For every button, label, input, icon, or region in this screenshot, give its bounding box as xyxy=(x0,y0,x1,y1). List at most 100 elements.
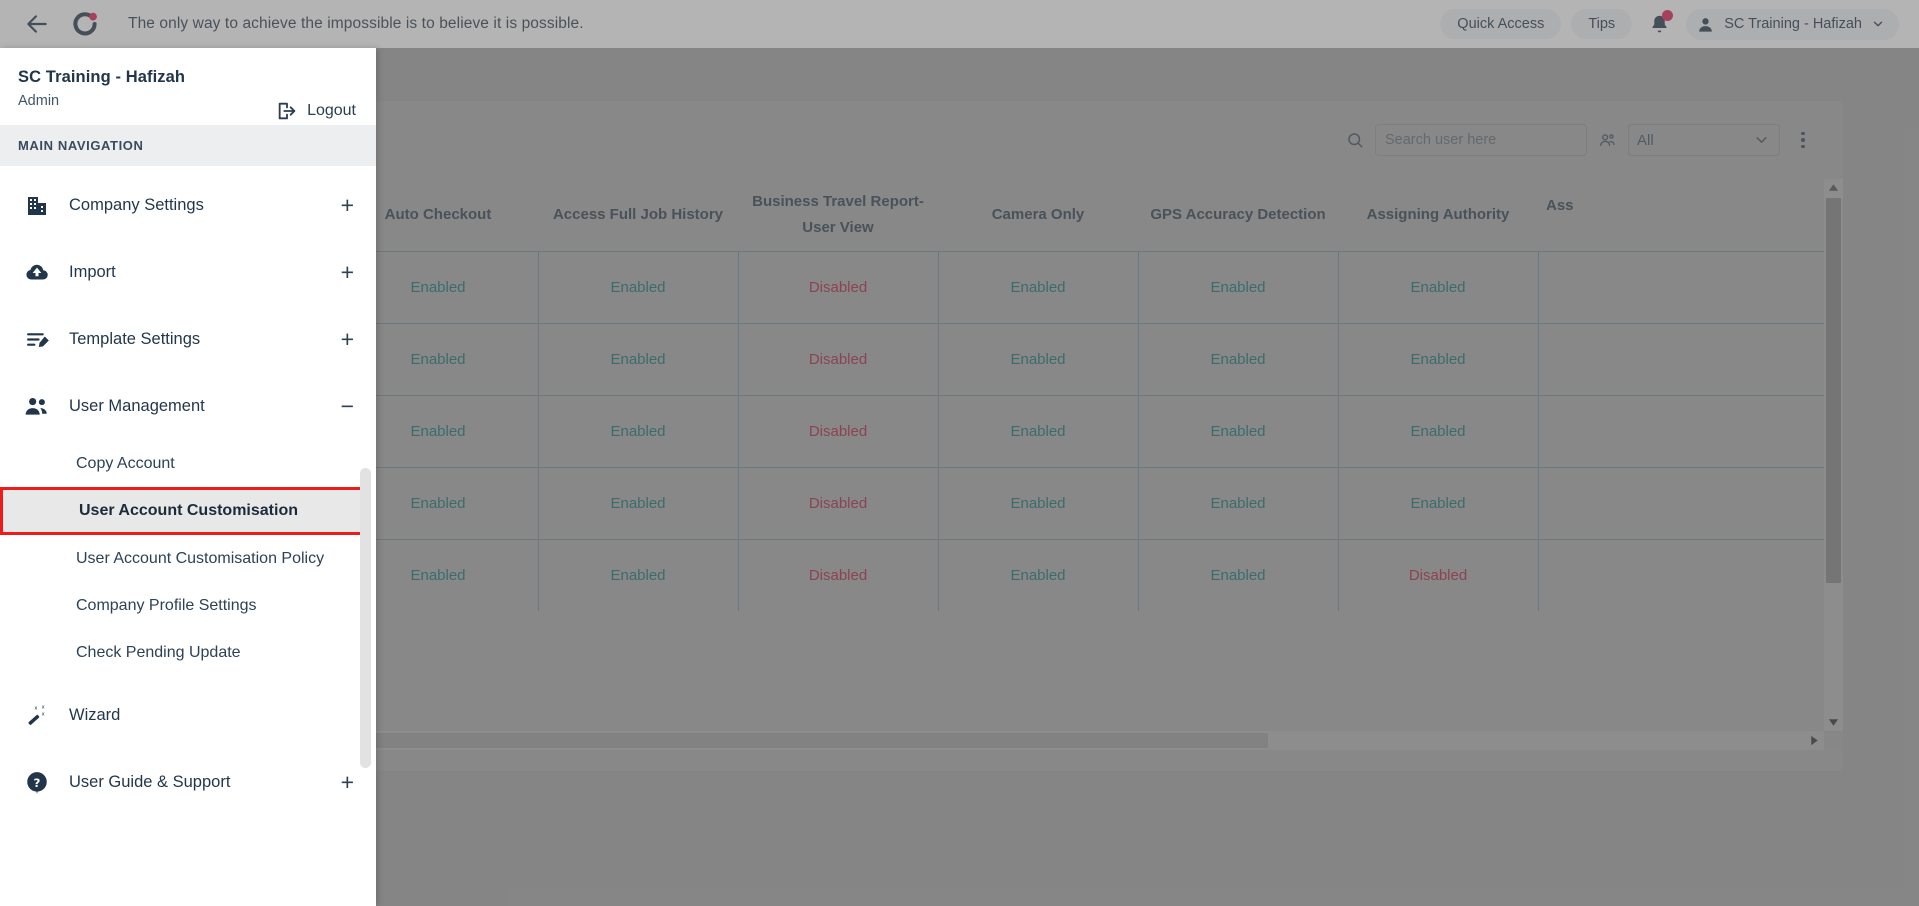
table-cell[interactable]: Disabled xyxy=(738,250,939,323)
magic-wand-icon: xxx xyxy=(22,703,52,728)
navigation-drawer: SC Training - Hafizah Admin Logout MAIN … xyxy=(0,48,376,906)
logout-icon xyxy=(278,102,296,120)
people-filter-icon[interactable] xyxy=(1598,131,1617,150)
panel-toolbar: am All xyxy=(138,101,1843,179)
table-cell[interactable]: Enabled xyxy=(1338,250,1539,323)
table-cell[interactable]: Enabled xyxy=(938,322,1139,395)
table-row[interactable]: Enabled Enabled Disabled Enabled Enabled… xyxy=(138,322,1843,395)
list-edit-icon xyxy=(22,327,52,352)
toolbar-right-controls: All xyxy=(1346,124,1815,156)
table-row[interactable]: Enabled Enabled Disabled Enabled Enabled… xyxy=(138,538,1843,611)
header-tagline: The only way to achieve the impossible i… xyxy=(128,15,584,32)
permissions-table-scroll[interactable]: Auto Checkout Access Full Job History Bu… xyxy=(138,179,1843,731)
table-cell[interactable]: Disabled xyxy=(738,394,939,467)
building-icon xyxy=(22,194,52,218)
table-cell[interactable]: Enabled xyxy=(1338,322,1539,395)
table-cell[interactable]: Enabled xyxy=(938,466,1139,539)
table-column-header[interactable]: Camera Only xyxy=(938,179,1138,251)
table-cell[interactable]: Enabled xyxy=(538,394,739,467)
table-vertical-scrollbar[interactable] xyxy=(1824,179,1843,731)
table-cell[interactable] xyxy=(1538,394,1843,467)
table-column-header[interactable]: GPS Accuracy Detection xyxy=(1138,179,1338,251)
expand-toggle-icon[interactable]: + xyxy=(341,261,354,284)
table-cell[interactable]: Disabled xyxy=(738,466,939,539)
logout-button[interactable]: Logout xyxy=(276,100,356,122)
table-cell[interactable]: Enabled xyxy=(1138,538,1339,611)
triangle-right-icon[interactable] xyxy=(1806,731,1822,750)
table-horizontal-scrollbar[interactable] xyxy=(138,731,1824,750)
table-cell[interactable]: Enabled xyxy=(938,250,1139,323)
search-input[interactable] xyxy=(1375,124,1587,156)
more-vertical-icon xyxy=(1801,144,1805,149)
table-cell[interactable]: Enabled xyxy=(538,250,739,323)
sidebar-item-template-settings[interactable]: Template Settings + xyxy=(0,306,376,373)
table-cell[interactable] xyxy=(1538,538,1843,611)
table-column-header[interactable]: Assigning Authority xyxy=(1338,179,1538,251)
sidebar-item-user-guide-support[interactable]: ? User Guide & Support + xyxy=(0,749,376,816)
table-cell[interactable]: Enabled xyxy=(538,538,739,611)
sidebar-item-import[interactable]: Import + xyxy=(0,239,376,306)
table-cell[interactable]: Enabled xyxy=(938,538,1139,611)
notification-bell-icon[interactable] xyxy=(1642,7,1676,41)
sidebar-item-label: Wizard xyxy=(69,706,121,724)
expand-toggle-icon[interactable]: + xyxy=(341,328,354,351)
table-cell[interactable] xyxy=(1538,466,1843,539)
top-header-bar: The only way to achieve the impossible i… xyxy=(0,0,1919,48)
sidebar-item-user-account-customisation[interactable]: User Account Customisation xyxy=(0,487,371,535)
table-cell[interactable]: Disabled xyxy=(1338,538,1539,611)
table-cell[interactable]: Enabled xyxy=(1338,394,1539,467)
more-vertical-icon xyxy=(1801,138,1805,142)
search-control xyxy=(1346,124,1587,156)
sidebar-item-copy-account[interactable]: Copy Account xyxy=(0,440,376,487)
tips-button[interactable]: Tips xyxy=(1571,9,1633,39)
table-header: Auto Checkout Access Full Job History Bu… xyxy=(138,179,1843,251)
expand-toggle-icon[interactable]: + xyxy=(341,194,354,217)
sidebar-item-wizard[interactable]: xxx Wizard xyxy=(0,682,376,749)
expand-toggle-icon[interactable]: + xyxy=(341,771,354,794)
help-circle-icon: ? xyxy=(22,770,52,796)
search-icon[interactable] xyxy=(1346,131,1364,149)
table-cell[interactable] xyxy=(1538,250,1843,323)
vertical-scrollbar-thumb[interactable] xyxy=(1826,198,1841,583)
svg-text:x: x xyxy=(34,705,37,711)
user-avatar-icon xyxy=(1699,17,1713,32)
quick-access-button[interactable]: Quick Access xyxy=(1440,9,1562,39)
back-arrow-icon[interactable] xyxy=(20,7,54,41)
sidebar-item-user-account-customisation-policy[interactable]: User Account Customisation Policy xyxy=(0,535,376,582)
drawer-scrollbar-thumb[interactable] xyxy=(360,468,371,768)
table-row[interactable]: Enabled Enabled Disabled Enabled Enabled… xyxy=(138,466,1843,539)
users-icon xyxy=(22,394,52,420)
table-column-header[interactable]: Business Travel Report-User View xyxy=(738,179,938,251)
table-cell[interactable]: Enabled xyxy=(1138,466,1339,539)
table-column-header[interactable]: Access Full Job History xyxy=(538,179,738,251)
table-cell[interactable]: Enabled xyxy=(1138,394,1339,467)
permissions-table: Auto Checkout Access Full Job History Bu… xyxy=(138,179,1843,611)
collapse-toggle-icon[interactable]: − xyxy=(341,395,354,418)
table-cell[interactable]: Enabled xyxy=(938,394,1139,467)
sidebar-item-company-profile-settings[interactable]: Company Profile Settings xyxy=(0,582,376,629)
table-cell[interactable]: Enabled xyxy=(1138,250,1339,323)
sidebar-item-company-settings[interactable]: Company Settings + xyxy=(0,172,376,239)
table-row[interactable]: Enabled Enabled Disabled Enabled Enabled… xyxy=(138,250,1843,323)
notification-badge-dot xyxy=(1662,10,1674,21)
sidebar-item-label: User Guide & Support xyxy=(69,773,231,791)
table-cell[interactable] xyxy=(1538,322,1843,395)
triangle-down-icon[interactable] xyxy=(1824,714,1843,731)
role-filter-select[interactable]: All xyxy=(1628,124,1780,156)
table-cell[interactable]: Enabled xyxy=(1338,466,1539,539)
table-body: Enabled Enabled Disabled Enabled Enabled… xyxy=(138,250,1843,611)
sidebar-item-label: Company Settings xyxy=(69,196,204,214)
table-cell[interactable]: Enabled xyxy=(538,466,739,539)
table-cell[interactable]: Enabled xyxy=(538,322,739,395)
table-column-header[interactable]: Ass xyxy=(1538,179,1843,251)
sidebar-item-check-pending-update[interactable]: Check Pending Update xyxy=(0,629,376,676)
table-cell[interactable]: Enabled xyxy=(1138,322,1339,395)
more-options-button[interactable] xyxy=(1791,124,1815,156)
sidebar-item-user-management[interactable]: User Management − xyxy=(0,373,376,440)
triangle-up-icon[interactable] xyxy=(1824,179,1843,196)
table-row[interactable]: Enabled Enabled Disabled Enabled Enabled… xyxy=(138,394,1843,467)
table-cell[interactable]: Disabled xyxy=(738,538,939,611)
sidebar-item-label: Import xyxy=(69,263,116,281)
table-cell[interactable]: Disabled xyxy=(738,322,939,395)
user-account-menu[interactable]: SC Training - Hafizah xyxy=(1686,8,1899,40)
